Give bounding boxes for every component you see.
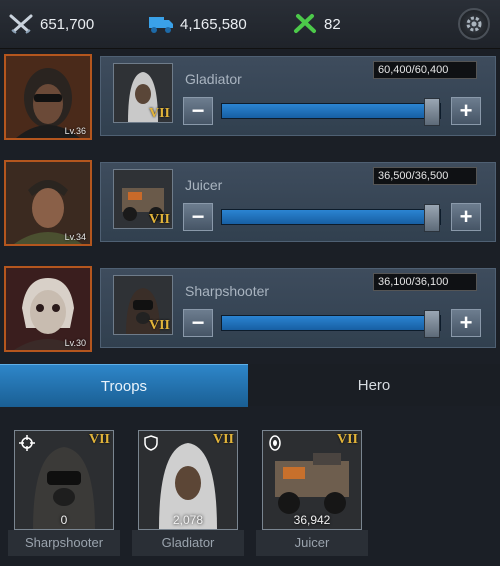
resource-bar: 651,700 4,165,580 82 (0, 0, 500, 49)
tier-badge: VII (336, 432, 358, 447)
slider-handle[interactable] (424, 310, 440, 338)
tab-bar: Troops Hero (0, 364, 500, 407)
hero-level: Lv.34 (64, 232, 86, 242)
troop-quantity: 36,942 (293, 513, 331, 527)
unit-panel: VII Juicer 36,500/36,500 − + (100, 162, 496, 242)
hero-level: Lv.30 (64, 338, 86, 348)
troop-count: 36,500/36,500 (373, 167, 477, 185)
plus-icon: + (459, 204, 473, 229)
tier-badge: VII (148, 318, 170, 333)
unit-row-juicer: Lv.34 VII Juicer 36,500/36,500 − + (0, 160, 500, 258)
unit-row-sharpshooter: Lv.30 VII Sharpshooter 36,100/36,100 − + (0, 266, 500, 364)
plus-icon: + (459, 98, 473, 123)
troop-name: Sharpshooter (8, 530, 120, 556)
troop-quantity: 0 (60, 513, 68, 527)
troop-card-sharpshooter[interactable]: VII 0 Sharpshooter (8, 430, 120, 566)
troop-card-juicer[interactable]: VII 36,942 Juicer (256, 430, 368, 566)
tier-badge: VII (148, 106, 170, 121)
unit-name: Gladiator (185, 71, 242, 87)
shield-icon (143, 435, 159, 451)
crosshair-icon (19, 435, 35, 451)
troop-card-frame: VII 0 (14, 430, 114, 530)
troop-name: Gladiator (132, 530, 244, 556)
tab-troops[interactable]: Troops (0, 364, 248, 407)
slider-fill (222, 210, 440, 224)
troop-card-frame: VII 2,078 (138, 430, 238, 530)
hero-portrait[interactable]: Lv.30 (4, 266, 92, 352)
tab-hero[interactable]: Hero (250, 364, 498, 406)
unit-panel: VII Gladiator 60,400/60,400 − + (100, 56, 496, 136)
troop-quantity: 2,078 (172, 513, 204, 527)
load-resource: 4,165,580 (148, 12, 247, 36)
slider-fill (222, 316, 440, 330)
unit-icon: VII (113, 275, 173, 335)
settings-button[interactable] (458, 8, 490, 40)
repair-resource: 82 (292, 12, 341, 36)
hero-portrait[interactable]: Lv.36 (4, 54, 92, 140)
plus-icon: + (459, 310, 473, 335)
decrease-button[interactable]: − (183, 309, 213, 337)
minus-icon: − (191, 204, 205, 229)
troop-slider[interactable] (221, 204, 441, 232)
load-value: 4,165,580 (180, 15, 247, 33)
minus-icon: − (191, 310, 205, 335)
unit-icon: VII (113, 63, 173, 123)
unit-icon: VII (113, 169, 173, 229)
decrease-button[interactable]: − (183, 97, 213, 125)
tier-badge: VII (148, 212, 170, 227)
hero-portrait[interactable]: Lv.34 (4, 160, 92, 246)
unit-name: Juicer (185, 177, 223, 193)
increase-button[interactable]: + (451, 309, 481, 337)
slider-handle[interactable] (424, 204, 440, 232)
troop-slider[interactable] (221, 310, 441, 338)
wheel-icon (267, 435, 283, 451)
troop-count: 60,400/60,400 (373, 61, 477, 79)
truck-icon (148, 13, 174, 35)
troop-card-list: VII 0 Sharpshooter VII 2,078 Gladiator V… (0, 408, 500, 566)
increase-button[interactable]: + (451, 97, 481, 125)
increase-button[interactable]: + (451, 203, 481, 231)
troop-card-frame: VII 36,942 (262, 430, 362, 530)
crossed-tools-icon (292, 13, 318, 35)
unit-row-gladiator: Lv.36 VII Gladiator 60,400/60,400 − + (0, 54, 500, 152)
troop-name: Juicer (256, 530, 368, 556)
troop-card-gladiator[interactable]: VII 2,078 Gladiator (132, 430, 244, 566)
hero-level: Lv.36 (64, 126, 86, 136)
minus-icon: − (191, 98, 205, 123)
gear-icon (466, 16, 482, 32)
slider-handle[interactable] (424, 98, 440, 126)
decrease-button[interactable]: − (183, 203, 213, 231)
slider-fill (222, 104, 440, 118)
troop-count: 36,100/36,100 (373, 273, 477, 291)
unit-name: Sharpshooter (185, 283, 270, 299)
tier-badge: VII (212, 432, 234, 447)
crossed-swords-icon (8, 13, 34, 35)
troop-slider[interactable] (221, 98, 441, 126)
power-value: 651,700 (40, 15, 95, 33)
tier-badge: VII (88, 432, 110, 447)
repair-value: 82 (324, 15, 341, 33)
power-resource: 651,700 (8, 12, 94, 36)
unit-panel: VII Sharpshooter 36,100/36,100 − + (100, 268, 496, 348)
